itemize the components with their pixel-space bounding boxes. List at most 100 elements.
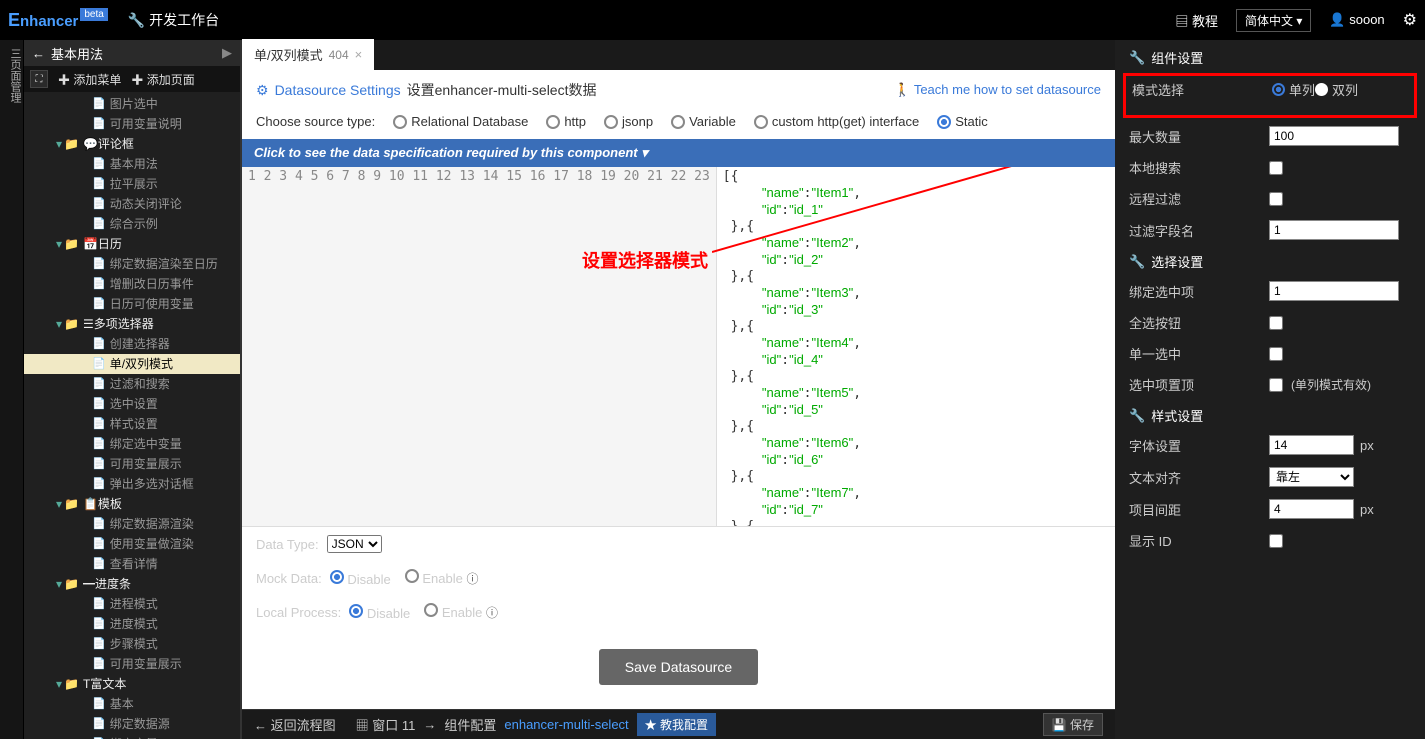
tutorial-link[interactable]: ▤ 教程 [1175, 11, 1218, 30]
source-option[interactable]: http [546, 114, 586, 129]
tree-item[interactable]: 📄日历可使用变量 [24, 294, 240, 314]
tree-item[interactable]: 📄绑定变量 [24, 734, 240, 739]
tree-category[interactable]: ▾📁💬评论框 [24, 134, 240, 154]
tree-item[interactable]: 📄查看详情 [24, 554, 240, 574]
mock-enable[interactable]: Enable ⓘ [405, 569, 479, 587]
tab-close-icon[interactable]: × [355, 47, 363, 62]
rp-input[interactable] [1269, 126, 1399, 146]
back-flow-link[interactable]: ← 返回流程图 [254, 715, 336, 734]
tree-item[interactable]: 📄综合示例 [24, 214, 240, 234]
rp-label: 模式选择 [1132, 80, 1272, 99]
tree-category[interactable]: ▾📁📅日历 [24, 234, 240, 254]
ds-settings-link[interactable]: Datasource Settings [275, 82, 401, 98]
arrow-icon: → [423, 717, 436, 732]
tree-item[interactable]: 📄可用变量说明 [24, 114, 240, 134]
rp-checkbox[interactable] [1269, 161, 1283, 175]
tree-item[interactable]: 📄绑定选中变量 [24, 434, 240, 454]
spec-bar[interactable]: Click to see the data specification requ… [242, 139, 1115, 167]
rp-input[interactable] [1269, 281, 1399, 301]
rp-label: 字体设置 [1129, 436, 1269, 455]
tree-item[interactable]: 📄进度模式 [24, 614, 240, 634]
mode-option[interactable]: 双列 [1315, 80, 1358, 99]
tree-item[interactable]: 📄单/双列模式 [24, 354, 240, 374]
rp-input[interactable] [1269, 220, 1399, 240]
rp-checkbox[interactable] [1269, 378, 1283, 392]
tree-category[interactable]: ▾📁━进度条 [24, 574, 240, 594]
datasource-header: ⚙ Datasource Settings 设置enhancer-multi-s… [242, 70, 1115, 110]
add-menu-button[interactable]: ✚ 添加菜单 [58, 71, 121, 88]
source-option[interactable]: custom http(get) interface [754, 114, 919, 129]
tree-item[interactable]: 📄拉平展示 [24, 174, 240, 194]
sidebar-toolbar: ⛶ ✚ 添加菜单 ✚ 添加页面 [24, 66, 240, 92]
vertical-sidebar: 三页面管理角色管理全局配置自定义 Http 接口 [0, 40, 24, 739]
rp-input[interactable] [1269, 435, 1354, 455]
user-menu[interactable]: 👤 sooon [1329, 12, 1384, 28]
tab-header: 单/双列模式 404 × [242, 40, 1115, 70]
tree-item[interactable]: 📄增删改日历事件 [24, 274, 240, 294]
info-icon[interactable]: ⓘ [466, 572, 478, 586]
tree-item[interactable]: 📄样式设置 [24, 414, 240, 434]
rp-row: 过滤字段名 [1129, 220, 1411, 240]
vside-item[interactable]: 三页面管理 [7, 48, 23, 739]
source-option[interactable]: Variable [671, 114, 736, 129]
tab-active[interactable]: 单/双列模式 404 × [242, 39, 374, 70]
rp-checkbox[interactable] [1269, 534, 1283, 548]
tree-item[interactable]: 📄基本 [24, 694, 240, 714]
add-page-button[interactable]: ✚ 添加页面 [131, 71, 194, 88]
rp-checkbox[interactable] [1269, 347, 1283, 361]
source-option[interactable]: Relational Database [393, 114, 528, 129]
play-icon[interactable]: ▶ [222, 45, 232, 61]
rp-row: 选中项置顶(单列模式有效) [1129, 375, 1411, 394]
rp-checkbox[interactable] [1269, 316, 1283, 330]
teach-link[interactable]: 🚶 Teach me how to set datasource [894, 82, 1101, 98]
language-select[interactable]: 简体中文 ▾ [1236, 9, 1311, 32]
mock-disable[interactable]: Disable [330, 570, 391, 587]
tree-item[interactable]: 📄图片选中 [24, 94, 240, 114]
tree-item[interactable]: 📄创建选择器 [24, 334, 240, 354]
sidebar-header[interactable]: ← 基本用法 ▶ [24, 40, 240, 66]
local-disable[interactable]: Disable [349, 604, 410, 621]
tree-item[interactable]: 📄使用变量做渲染 [24, 534, 240, 554]
back-icon[interactable]: ← [32, 46, 45, 61]
rp-row: 项目间距px [1129, 499, 1411, 519]
rp-section-head: 🔧 选择设置 [1129, 252, 1411, 271]
data-type-select[interactable]: JSON [327, 535, 382, 553]
rp-header: 🔧 组件设置 [1129, 48, 1411, 67]
rp-checkbox[interactable] [1269, 192, 1283, 206]
settings-icon[interactable]: ⚙ [1403, 10, 1417, 30]
rp-select[interactable]: 靠左 [1269, 467, 1354, 487]
source-option[interactable]: Static [937, 114, 988, 129]
teach-config-button[interactable]: ★ 教我配置 [637, 713, 716, 736]
mode-option[interactable]: 单列 [1272, 80, 1315, 99]
tree-item[interactable]: 📄可用变量展示 [24, 654, 240, 674]
tree-item[interactable]: 📄过滤和搜索 [24, 374, 240, 394]
tree-item[interactable]: 📄动态关闭评论 [24, 194, 240, 214]
local-enable[interactable]: Enable ⓘ [424, 603, 498, 621]
save-datasource-button[interactable]: Save Datasource [599, 649, 758, 685]
info-icon[interactable]: ⓘ [486, 606, 498, 620]
tree-item[interactable]: 📄步骤模式 [24, 634, 240, 654]
source-option[interactable]: jsonp [604, 114, 653, 129]
tree-item[interactable]: 📄绑定数据源渲染 [24, 514, 240, 534]
tree-item[interactable]: 📄进程模式 [24, 594, 240, 614]
tree-item[interactable]: 📄绑定数据源 [24, 714, 240, 734]
tree-item[interactable]: 📄弹出多选对话框 [24, 474, 240, 494]
save-bottom-button[interactable]: 💾 保存 [1043, 713, 1103, 736]
code-editor[interactable]: 1 2 3 4 5 6 7 8 9 10 11 12 13 14 15 16 1… [242, 167, 1115, 527]
rp-label: 绑定选中项 [1129, 282, 1269, 301]
component-link[interactable]: enhancer-multi-select [504, 717, 628, 732]
tree-item[interactable]: 📄绑定数据渲染至日历 [24, 254, 240, 274]
wrench-icon: 🔧 [1129, 50, 1145, 66]
tree-item[interactable]: 📄可用变量展示 [24, 454, 240, 474]
tree-category[interactable]: ▾📁☰多项选择器 [24, 314, 240, 334]
workbench-link[interactable]: 🔧 开发工作台 [128, 10, 219, 30]
rp-input[interactable] [1269, 499, 1354, 519]
tree-category[interactable]: ▾📁T富文本 [24, 674, 240, 694]
tree-category[interactable]: ▾📁📋模板 [24, 494, 240, 514]
nav-sidebar: ← 基本用法 ▶ ⛶ ✚ 添加菜单 ✚ 添加页面 📄图片选中📄可用变量说明▾📁💬… [24, 40, 240, 739]
tree-item[interactable]: 📄基本用法 [24, 154, 240, 174]
expand-icon[interactable]: ⛶ [30, 70, 48, 88]
window-label: ▦ 窗口 11 [356, 715, 416, 734]
logo[interactable]: Enhancer [8, 10, 78, 31]
tree-item[interactable]: 📄选中设置 [24, 394, 240, 414]
